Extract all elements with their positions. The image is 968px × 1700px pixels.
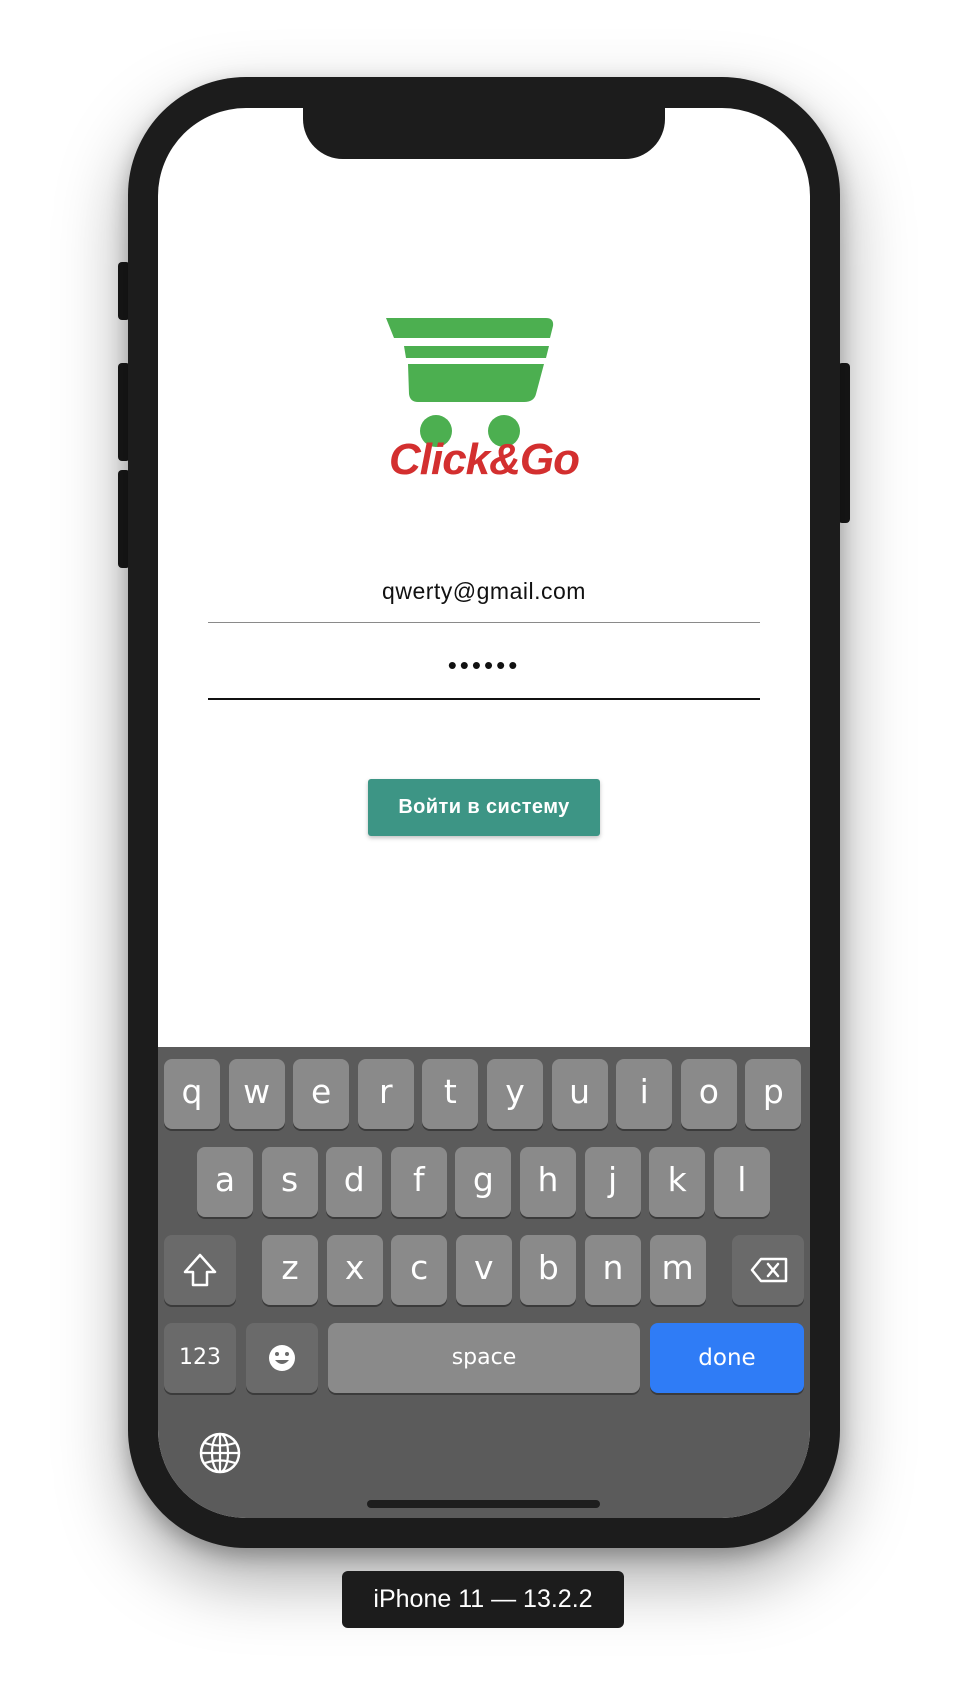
key-r[interactable]: r	[357, 1059, 414, 1129]
login-button[interactable]: Войти в систему	[368, 779, 600, 836]
key-i[interactable]: i	[616, 1059, 673, 1129]
simulator-stage: Click&Go qwerty@gmail.com •••••• Войти в…	[0, 0, 968, 1700]
globe-icon	[199, 1432, 241, 1474]
key-g[interactable]: g	[455, 1147, 512, 1217]
globe-key[interactable]	[198, 1431, 242, 1475]
key-b[interactable]: b	[520, 1235, 577, 1305]
key-z[interactable]: z	[262, 1235, 318, 1305]
key-t[interactable]: t	[422, 1059, 479, 1129]
space-key[interactable]: space	[328, 1323, 640, 1393]
key-u[interactable]: u	[551, 1059, 608, 1129]
click-and-go-logo: Click&Go	[346, 308, 622, 484]
key-a[interactable]: a	[197, 1147, 253, 1217]
email-value: qwerty@gmail.com	[382, 578, 586, 604]
key-c[interactable]: c	[391, 1235, 448, 1305]
key-d[interactable]: d	[326, 1147, 383, 1217]
key-h[interactable]: h	[520, 1147, 576, 1217]
key-y[interactable]: y	[487, 1059, 543, 1129]
key-s[interactable]: s	[261, 1147, 318, 1217]
key-v[interactable]: v	[455, 1235, 512, 1305]
key-q[interactable]: q	[164, 1059, 220, 1129]
key-k[interactable]: k	[649, 1147, 706, 1217]
emoji-icon	[269, 1345, 295, 1371]
password-value: ••••••	[447, 650, 521, 680]
key-p[interactable]: p	[745, 1059, 802, 1129]
logo-text: Click&Go	[389, 435, 579, 478]
cart-logo-icon: Click&Go	[386, 318, 580, 484]
key-x[interactable]: x	[326, 1235, 383, 1305]
phone-screen: Click&Go qwerty@gmail.com •••••• Войти в…	[158, 108, 810, 1518]
shift-key[interactable]	[164, 1235, 236, 1305]
emoji-key[interactable]	[246, 1323, 318, 1393]
delete-key[interactable]	[732, 1235, 804, 1305]
key-o[interactable]: o	[680, 1059, 737, 1129]
key-f[interactable]: f	[390, 1147, 447, 1217]
home-indicator	[367, 1500, 600, 1508]
device-label: iPhone 11 — 13.2.2	[342, 1571, 624, 1628]
key-m[interactable]: m	[649, 1235, 706, 1305]
numbers-key[interactable]: 123	[164, 1323, 236, 1393]
email-field[interactable]: qwerty@gmail.com	[208, 570, 760, 623]
backspace-icon	[750, 1257, 788, 1283]
software-keyboard: qwertyuiop asdfghjkl zxcvbnm 123 space d…	[158, 1047, 810, 1518]
key-n[interactable]: n	[585, 1235, 641, 1305]
key-j[interactable]: j	[584, 1147, 641, 1217]
key-e[interactable]: e	[293, 1059, 350, 1129]
key-w[interactable]: w	[228, 1059, 285, 1129]
key-l[interactable]: l	[713, 1147, 770, 1217]
done-key[interactable]: done	[650, 1323, 804, 1393]
password-field[interactable]: ••••••	[208, 646, 760, 700]
shift-icon	[183, 1253, 217, 1287]
notch	[303, 108, 665, 159]
